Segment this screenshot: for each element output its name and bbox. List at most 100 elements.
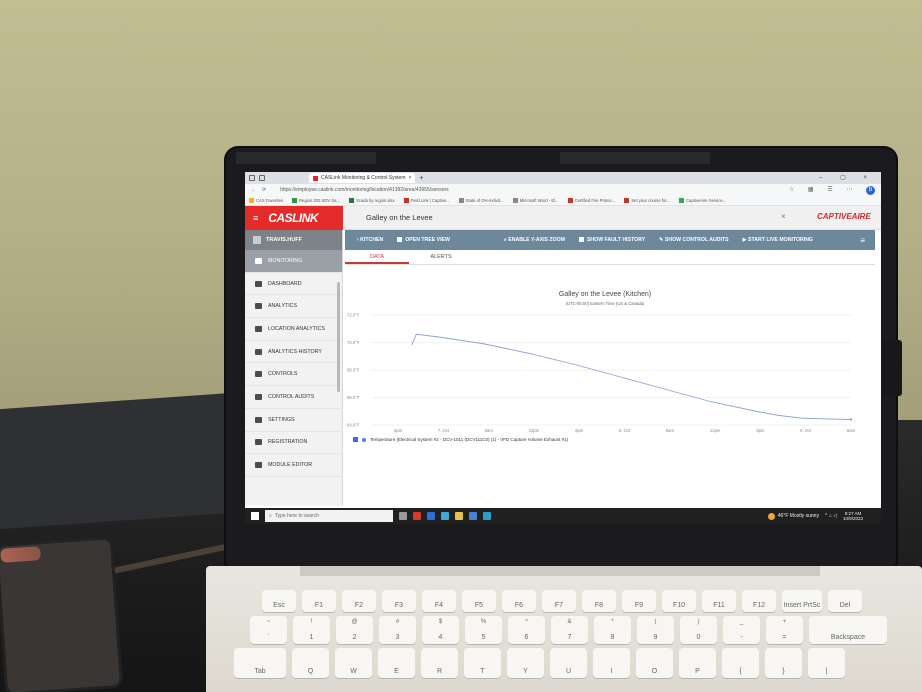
- profile-icon[interactable]: [249, 175, 255, 181]
- sidebar-item-module-editor[interactable]: MODULE EDITOR: [245, 454, 342, 477]
- favorite-item[interactable]: Field Link | Captive...: [403, 198, 450, 204]
- key[interactable]: * 8: [594, 616, 631, 644]
- window-controls[interactable]: – ▢ ×: [819, 174, 875, 181]
- key[interactable]: ) 0: [680, 616, 717, 644]
- key[interactable]: F4: [422, 590, 456, 612]
- key[interactable]: (9: [637, 616, 674, 644]
- favorite-item[interactable]: Scada by region.xlsx: [348, 198, 395, 204]
- favorite-item[interactable]: CAS Favorites: [249, 198, 283, 204]
- key[interactable]: #3: [379, 616, 416, 644]
- key[interactable]: U: [550, 648, 587, 678]
- favorite-item[interactable]: Region 303 SDV Sa...: [292, 198, 340, 204]
- edge-icon[interactable]: [483, 512, 491, 520]
- key[interactable]: ^ 6: [508, 616, 545, 644]
- sidebar-item-controls[interactable]: CONTROLS: [245, 363, 342, 387]
- taskbar-search[interactable]: ⌕ Type here to search: [265, 510, 393, 522]
- control-audits-button[interactable]: ✎ SHOW CONTROL AUDITS: [659, 237, 729, 243]
- key[interactable]: Q: [292, 648, 329, 678]
- sidebar-item-registration[interactable]: REGISTRATION: [245, 432, 342, 455]
- new-tab-icon[interactable]: +: [419, 175, 423, 182]
- key[interactable]: P: [679, 648, 716, 678]
- kitchen-back-button[interactable]: ‹ KITCHEN: [357, 237, 383, 243]
- open-tree-view-button[interactable]: OPEN TREE VIEW: [397, 237, 450, 243]
- key[interactable]: F5: [462, 590, 496, 612]
- key[interactable]: % 5: [465, 616, 502, 644]
- key[interactable]: F1: [302, 590, 336, 612]
- key[interactable]: Esc: [262, 590, 296, 612]
- key[interactable]: F10: [662, 590, 696, 612]
- key[interactable]: F9: [622, 590, 656, 612]
- key[interactable]: T: [464, 648, 501, 678]
- key[interactable]: + =: [766, 616, 803, 644]
- y-axis-zoom-button[interactable]: ⌕ ENABLE Y-AXIS ZOOM: [504, 237, 565, 244]
- favorite-item[interactable]: Set your course for...: [624, 198, 670, 204]
- key[interactable]: F6: [502, 590, 536, 612]
- key[interactable]: {: [722, 648, 759, 678]
- sidebar-item-analytics[interactable]: ANALYTICS: [245, 295, 342, 319]
- key[interactable]: W: [335, 648, 372, 678]
- key[interactable]: & 7: [551, 616, 588, 644]
- weather-widget[interactable]: 46°F Mostly sunny: [767, 512, 819, 520]
- key[interactable]: |: [808, 648, 845, 678]
- app-icon[interactable]: [427, 512, 435, 520]
- sidebar-item-analytics-history[interactable]: ANALYTICS HISTORY: [245, 341, 342, 364]
- close-tab-icon[interactable]: ×: [408, 175, 411, 181]
- task-view-icon[interactable]: [399, 512, 407, 520]
- favorite-item[interactable]: State of OH-Indivd...: [458, 198, 504, 204]
- browser-toolbar-icons[interactable]: ☆ ▦ ☰ ⋯ b: [789, 186, 875, 195]
- key[interactable]: $4: [422, 616, 459, 644]
- favorite-item[interactable]: Certified Fire Protec...: [567, 198, 615, 204]
- menu-icon[interactable]: ≡: [860, 236, 865, 245]
- key[interactable]: Y: [507, 648, 544, 678]
- key[interactable]: F11: [702, 590, 736, 612]
- key[interactable]: F12: [742, 590, 776, 612]
- sidebar-item-dashboard[interactable]: DASHBOARD: [245, 273, 342, 296]
- browser-tab[interactable]: CASLink Monitoring & Control System ×: [309, 173, 416, 183]
- app-icon[interactable]: [413, 512, 421, 520]
- key[interactable]: F8: [582, 590, 616, 612]
- key[interactable]: @2: [336, 616, 373, 644]
- app-icon[interactable]: [441, 512, 449, 520]
- taskbar-clock[interactable]: 9:27 AM 10/9/2023: [843, 511, 863, 521]
- hamburger-icon[interactable]: ≡: [253, 213, 258, 223]
- refresh-icon[interactable]: ⟳: [262, 187, 266, 193]
- chart-legend[interactable]: Temperature (Electrical System #2 - DCV-…: [353, 437, 568, 442]
- key[interactable]: }: [765, 648, 802, 678]
- tab-data[interactable]: DATA: [345, 250, 409, 264]
- app-icon[interactable]: [469, 512, 477, 520]
- live-monitoring-button[interactable]: ▶ START LIVE MONITORING: [743, 237, 813, 243]
- key[interactable]: ! 1: [293, 616, 330, 644]
- sidebar-item-settings[interactable]: SETTINGS: [245, 409, 342, 432]
- sidebar-scrollbar[interactable]: [337, 282, 340, 392]
- user-panel[interactable]: TRAVIS.HUFF: [245, 230, 342, 250]
- key[interactable]: Insert PrtSc: [782, 590, 822, 612]
- key[interactable]: F2: [342, 590, 376, 612]
- checkbox-icon[interactable]: [353, 437, 358, 442]
- key[interactable]: _ -: [723, 616, 760, 644]
- tab-alerts[interactable]: ALERTS: [409, 250, 473, 264]
- key[interactable]: E: [378, 648, 415, 678]
- key[interactable]: I: [593, 648, 630, 678]
- sidebar-item-location-analytics[interactable]: LOCATION ANALYTICS: [245, 318, 342, 341]
- file-explorer-icon[interactable]: [455, 512, 463, 520]
- key[interactable]: F3: [382, 590, 416, 612]
- sidebar-item-control-audits[interactable]: CONTROL AUDITS: [245, 386, 342, 409]
- key[interactable]: F7: [542, 590, 576, 612]
- key[interactable]: ~ `: [250, 616, 287, 644]
- key[interactable]: O: [636, 648, 673, 678]
- url-field[interactable]: https://employee.caslink.com/monitoring/…: [280, 187, 448, 193]
- key[interactable]: Del: [828, 590, 862, 612]
- key[interactable]: R: [421, 648, 458, 678]
- bing-icon[interactable]: b: [866, 186, 875, 195]
- key[interactable]: Backspace: [809, 616, 887, 644]
- windows-start-icon[interactable]: [251, 512, 259, 520]
- sidebar-item-monitoring[interactable]: MONITORING: [245, 250, 342, 273]
- favorite-item[interactable]: Microsoft Word - El...: [512, 198, 559, 204]
- fault-history-button[interactable]: SHOW FAULT HISTORY: [578, 237, 645, 243]
- favorite-item[interactable]: CaptiveAire Service...: [678, 198, 726, 204]
- close-icon[interactable]: ×: [781, 212, 786, 221]
- back-icon[interactable]: ←: [251, 187, 256, 193]
- key[interactable]: Tab: [234, 648, 286, 678]
- system-tray-icons[interactable]: ^ ⌂ ◁: [825, 513, 837, 519]
- chart-plot[interactable]: 64.0°F 66.0°F 68.0°F 70.0°F 72.0°F 6pm 7. Oct 6…: [345, 265, 875, 445]
